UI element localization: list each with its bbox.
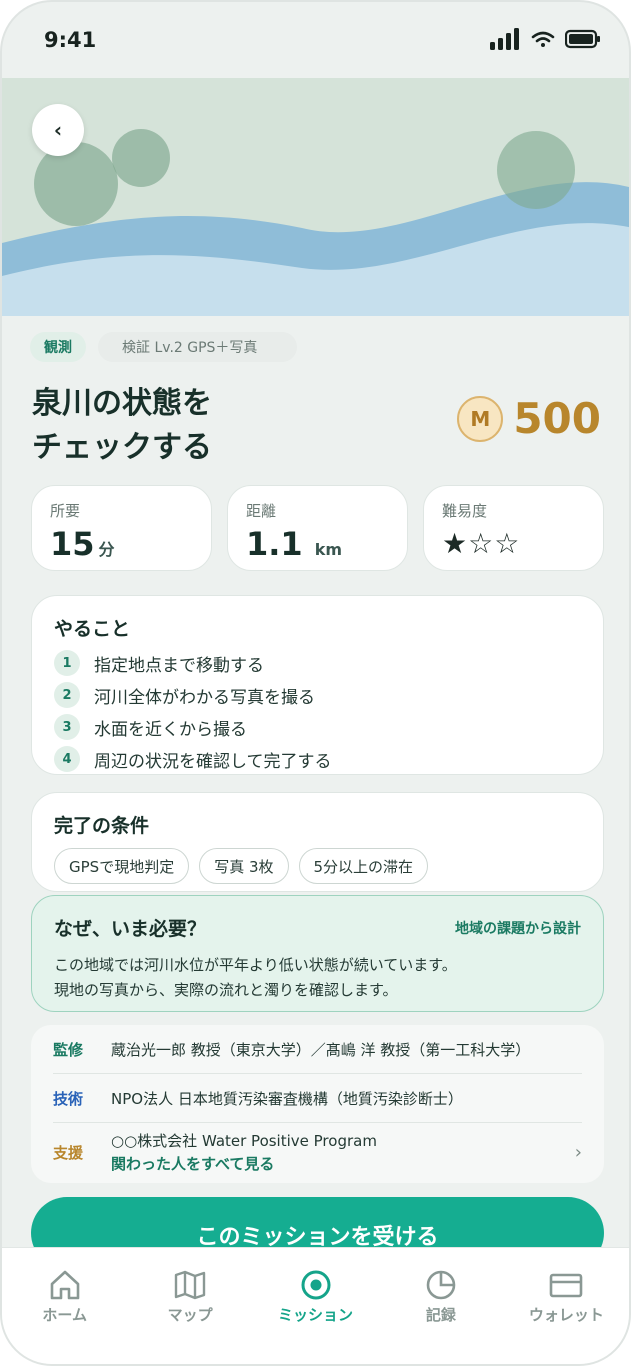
wifi-icon: [531, 31, 555, 47]
why-line2: 現地の写真から、実際の流れと濁りを確認します。: [54, 981, 398, 999]
tab-home[interactable]: ホーム: [2, 1248, 127, 1364]
step-number: 2: [54, 682, 80, 708]
todo-step: 4 周辺の状況を確認して完了する: [54, 743, 581, 775]
credit-support[interactable]: 支援 ○○株式会社 Water Positive Program 関わった人をす…: [53, 1123, 582, 1181]
why-description: この地域では河川水位が平年より低い状態が続いています。 現地の写真から、実際の流…: [54, 953, 581, 1003]
stat-time: 所要 15 分: [31, 485, 212, 571]
mission-tags: 観測 検証 Lv.2 GPS＋写真: [30, 332, 298, 362]
see-all-contributors-link[interactable]: 関わった人をすべて見る: [111, 1153, 575, 1174]
stat-distance-label: 距離: [246, 502, 277, 520]
credit-role: 支援: [53, 1143, 84, 1162]
stat-time-number: 15: [50, 525, 95, 563]
todo-list: 1 指定地点まで移動する 2 河川全体がわかる写真を撮る 3 水面を近くから撮る 4周…: [54, 647, 581, 775]
tab-wallet-label: ウォレット: [528, 1306, 604, 1324]
reward-points: 500: [513, 394, 601, 443]
credit-text: NPO法人 日本地質汚染審査機構（地質汚染診断士）: [111, 1089, 463, 1108]
tab-mission[interactable]: ミッション: [253, 1248, 378, 1364]
mission-title-line1: 泉川の状態を: [32, 386, 212, 421]
why-line1: この地域では河川水位が平年より低い状態が続いています。: [54, 956, 457, 974]
target-icon: [301, 1270, 331, 1300]
credit-role: 監修: [53, 1040, 84, 1059]
credit-role: 技術: [53, 1089, 84, 1108]
verification-tag: 検証 Lv.2 GPS＋写真: [98, 332, 298, 362]
step-number: 1: [54, 650, 80, 676]
stat-distance-unit: km: [314, 540, 342, 559]
tab-records[interactable]: 記録: [378, 1248, 503, 1364]
stat-distance: 距離 1.1 km: [227, 485, 408, 571]
why-tagline: 地域の課題から設計: [455, 920, 581, 937]
conditions-card: 完了の条件 GPSで現地判定 写真 3枚 5分以上の滞在: [31, 792, 604, 892]
chevron-right-icon: ›: [574, 1141, 582, 1163]
credits-card: 監修 蔵治光一郎 教授（東京大学）／髙嶋 洋 教授（第一工科大学） 技術 NPO…: [31, 1025, 604, 1183]
category-tag: 観測: [30, 332, 86, 362]
home-icon: [50, 1270, 80, 1300]
chevron-left-icon: ‹: [53, 118, 63, 142]
pie-chart-icon: [426, 1270, 456, 1300]
step-text: 河川全体がわかる写真を撮る: [94, 687, 315, 708]
todo-step: 2 河川全体がわかる写真を撮る: [54, 679, 581, 711]
coin-icon: M: [457, 395, 504, 442]
phone-screen: 9:41 ‹ 観測 検証 Lv.2 GPS＋写真 泉川の状態を チェックする M…: [0, 0, 631, 1366]
mission-title-line2: チェックする: [32, 430, 212, 465]
why-card: なぜ、いま必要？ 地域の課題から設計 この地域では河川水位が平年より低い状態が続…: [31, 895, 604, 1012]
conditions-title: 完了の条件: [54, 815, 150, 837]
credit-text: ○○株式会社 Water Positive Program: [111, 1132, 377, 1150]
tab-bar: ホーム マップ ミッション 記録 ウォレット: [2, 1247, 629, 1364]
stat-time-value: 15 分: [50, 525, 193, 563]
signal-icon: [490, 28, 519, 50]
stat-distance-value: 1.1 km: [246, 525, 389, 563]
difficulty-stars: ★☆☆: [442, 527, 521, 560]
credit-supervision: 監修 蔵治光一郎 教授（東京大学）／髙嶋 洋 教授（第一工科大学）: [53, 1025, 582, 1074]
status-bar: 9:41: [2, 2, 629, 78]
stat-difficulty-label: 難易度: [442, 502, 488, 520]
tab-map-label: マップ: [167, 1306, 213, 1324]
status-icons: [489, 28, 601, 50]
condition-chip-stay: 5分以上の滞在: [298, 848, 429, 884]
mission-title: 泉川の状態を チェックする: [32, 382, 212, 470]
wallet-icon: [550, 1273, 583, 1298]
condition-chip-gps: GPSで現地判定: [54, 848, 190, 884]
todo-step: 1 指定地点まで移動する: [54, 647, 581, 679]
hero-illustration: [2, 78, 629, 316]
tab-home-label: ホーム: [42, 1306, 87, 1324]
back-button[interactable]: ‹: [32, 104, 84, 156]
map-icon: [174, 1270, 206, 1300]
conditions-chips: GPSで現地判定 写真 3枚 5分以上の滞在: [54, 848, 581, 884]
step-number: 4: [54, 746, 80, 772]
condition-chip-photos: 写真 3枚: [199, 848, 289, 884]
step-text: 水面を近くから撮る: [94, 719, 247, 740]
step-number: 3: [54, 714, 80, 740]
stat-distance-number: 1.1: [246, 525, 303, 563]
status-time: 9:41: [44, 28, 97, 52]
credit-technology: 技術 NPO法人 日本地質汚染審査機構（地質汚染診断士）: [53, 1074, 582, 1123]
tab-wallet[interactable]: ウォレット: [504, 1248, 629, 1364]
why-title: なぜ、いま必要？: [54, 918, 207, 940]
reward: M 500: [457, 394, 601, 443]
todo-title: やること: [54, 618, 131, 640]
todo-card: やること 1 指定地点まで移動する 2 河川全体がわかる写真を撮る 3 水面を近くから…: [31, 595, 604, 775]
battery-icon: [565, 29, 600, 49]
credit-text: 蔵治光一郎 教授（東京大学）／髙嶋 洋 教授（第一工科大学）: [111, 1040, 531, 1059]
todo-step: 3 水面を近くから撮る: [54, 711, 581, 743]
tab-records-label: 記録: [425, 1306, 456, 1324]
credit-support-body: ○○株式会社 Water Positive Program 関わった人をすべて見…: [111, 1130, 575, 1174]
stat-difficulty: 難易度 ★☆☆: [423, 485, 604, 571]
step-text: 周辺の状況を確認して完了する: [94, 751, 332, 772]
tab-map[interactable]: マップ: [127, 1248, 252, 1364]
stat-time-unit: 分: [98, 540, 115, 559]
stat-time-label: 所要: [50, 502, 81, 520]
tab-mission-label: ミッション: [278, 1306, 354, 1324]
step-text: 指定地点まで移動する: [94, 655, 264, 676]
